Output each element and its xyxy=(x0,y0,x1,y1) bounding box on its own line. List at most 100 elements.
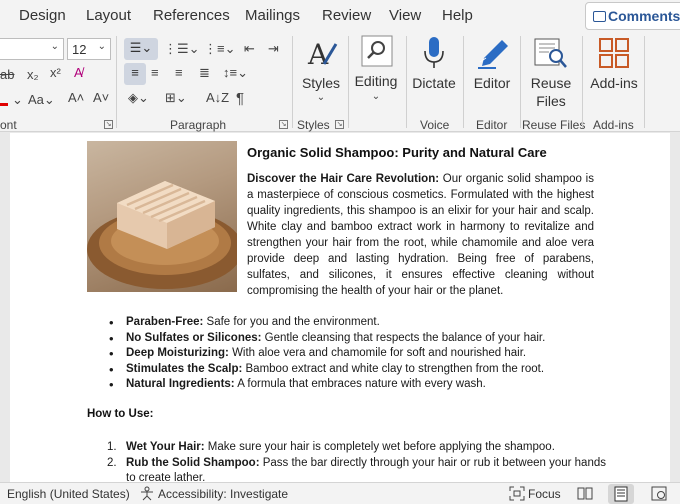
grow-font-icon[interactable]: A˄ xyxy=(68,90,84,105)
align-left-button[interactable]: ≡ xyxy=(124,63,146,85)
focus-icon xyxy=(509,486,525,501)
step-number: 1. xyxy=(107,441,117,453)
list-item-lead: Paraben-Free: xyxy=(126,316,204,328)
comment-icon xyxy=(593,11,606,22)
list-item-lead: Deep Moisturizing: xyxy=(126,347,229,360)
divider xyxy=(292,36,293,128)
accessibility-status[interactable]: Accessibility: Investigate xyxy=(158,487,288,501)
editing-label: Editing xyxy=(354,73,398,89)
editor-pen-icon xyxy=(478,40,508,69)
paragraph-dialog-launcher-icon[interactable]: ↘ xyxy=(279,120,288,129)
increase-indent-icon[interactable]: ⇥ xyxy=(268,41,279,57)
borders-icon[interactable]: ⊞⌄ xyxy=(165,90,187,106)
list-item: No Sulfates or Silicones: Gentle cleansi… xyxy=(109,331,609,347)
reuse-files-group-label: Reuse Files xyxy=(522,118,586,132)
font-size-value: 12 xyxy=(72,42,87,57)
align-right-icon[interactable]: ≡ xyxy=(175,65,183,80)
document-title: Organic Solid Shampoo: Purity and Natura… xyxy=(247,145,547,160)
intro-paragraph: Discover the Hair Care Revolution: Our o… xyxy=(247,171,594,299)
tab-design[interactable]: Design xyxy=(19,7,66,24)
comments-label: Comments xyxy=(608,8,680,24)
reuse-files-button[interactable]: Reuse Files xyxy=(523,32,579,118)
styles-button[interactable]: A Styles ⌄ xyxy=(296,32,346,118)
superscript-icon[interactable]: x² xyxy=(50,65,61,80)
editor-group-label: Editor xyxy=(476,118,508,132)
editing-button[interactable]: Editing ⌄ xyxy=(352,32,400,118)
read-mode-icon[interactable] xyxy=(577,486,593,501)
voice-group-label: Voice xyxy=(420,118,450,132)
shrink-font-icon[interactable]: A˅ xyxy=(93,90,109,105)
list-item-text: Safe for you and the environment. xyxy=(203,316,380,328)
chevron-down-icon: ⌄ xyxy=(97,41,106,52)
step-number: 2. xyxy=(107,456,117,469)
add-ins-button[interactable]: Add-ins xyxy=(586,32,642,118)
list-item-lead: Natural Ingredients: xyxy=(126,378,235,391)
tab-view[interactable]: View xyxy=(389,7,421,24)
multilevel-list-icon[interactable]: ⋮≡⌄ xyxy=(204,41,235,57)
list-item-lead: No Sulfates or Silicones: xyxy=(126,331,262,344)
reuse-label-line1: Reuse xyxy=(530,75,572,91)
print-layout-icon xyxy=(614,486,628,502)
intro-text: Our organic solid shampoo is a masterpie… xyxy=(247,173,594,297)
add-ins-grid-icon xyxy=(599,38,629,68)
status-bar: English (United States) Accessibility: I… xyxy=(0,482,680,504)
bullets-button[interactable]: ☰⌄ xyxy=(124,38,158,60)
step-text: Make sure your hair is completely wet be… xyxy=(204,441,555,453)
comments-button[interactable]: Comments xyxy=(585,2,680,30)
styles-label: Styles xyxy=(301,75,341,91)
microphone-icon xyxy=(424,37,444,68)
font-size-combo[interactable]: 12 ⌄ xyxy=(67,38,111,60)
font-group-label: ont xyxy=(0,118,17,132)
styles-icon: A xyxy=(307,38,338,70)
focus-button[interactable]: Focus xyxy=(528,487,561,501)
show-formatting-marks-icon[interactable]: ¶ xyxy=(236,90,244,107)
document-page[interactable]: Organic Solid Shampoo: Purity and Natura… xyxy=(10,133,670,482)
strikethrough-icon[interactable]: ab xyxy=(0,67,14,82)
tab-references[interactable]: References xyxy=(153,7,230,24)
sort-icon[interactable]: A↓Z xyxy=(206,90,229,105)
font-dialog-launcher-icon[interactable]: ↘ xyxy=(104,120,113,129)
subscript-icon[interactable]: x₂ xyxy=(27,67,39,82)
document-area[interactable]: Organic Solid Shampoo: Purity and Natura… xyxy=(0,133,680,482)
shampoo-bar-image xyxy=(87,141,237,292)
font-name-combo[interactable]: ⌄ xyxy=(0,38,64,60)
justify-icon[interactable]: ≣ xyxy=(199,65,210,81)
divider xyxy=(406,36,407,128)
divider xyxy=(116,36,117,128)
list-item-text: With aloe vera and chamomile for soft an… xyxy=(228,347,527,360)
list-item: 2. Rub the Solid Shampoo: Pass the bar di… xyxy=(107,456,607,482)
how-to-use-heading: How to Use: xyxy=(87,408,154,420)
numbering-icon[interactable]: ⋮☰⌄ xyxy=(164,41,200,57)
font-color-icon[interactable] xyxy=(0,92,8,106)
print-layout-button[interactable] xyxy=(608,484,634,504)
add-ins-group-label: Add-ins xyxy=(593,118,634,132)
shading-icon[interactable]: ◈⌄ xyxy=(128,90,149,106)
clear-formatting-icon[interactable]: A̸ xyxy=(74,65,83,80)
dictate-button[interactable]: Dictate xyxy=(410,32,458,118)
chevron-down-icon[interactable]: ⌄ xyxy=(12,92,23,108)
tab-help[interactable]: Help xyxy=(442,7,473,24)
ribbon: ⌄ 12 ⌄ ab x₂ x² A̸ ⌄ Aa⌄ A˄ A˅ ont ↘ ☰⌄ … xyxy=(0,32,680,132)
editor-button[interactable]: Editor xyxy=(467,32,517,118)
divider xyxy=(520,36,521,128)
dictate-label: Dictate xyxy=(412,75,456,91)
change-case-icon[interactable]: Aa⌄ xyxy=(28,92,55,108)
tab-layout[interactable]: Layout xyxy=(86,7,131,24)
steps-list: 1. Wet Your Hair: Make sure your hair is … xyxy=(107,440,607,482)
web-layout-icon[interactable] xyxy=(651,486,667,501)
decrease-indent-icon[interactable]: ⇤ xyxy=(244,41,255,57)
list-item-text: Gentle cleansing that respects the balan… xyxy=(261,331,546,344)
align-center-icon[interactable]: ≡ xyxy=(151,65,159,80)
styles-group-label: Styles xyxy=(297,118,330,132)
svg-text:A: A xyxy=(307,38,329,70)
benefits-list: Paraben-Free: Safe for you and the envir… xyxy=(109,315,609,393)
paragraph-group-label: Paragraph xyxy=(170,118,227,132)
styles-dialog-launcher-icon[interactable]: ↘ xyxy=(335,120,344,129)
language-status[interactable]: English (United States) xyxy=(7,487,130,501)
list-item: Paraben-Free: Safe for you and the envir… xyxy=(109,315,609,331)
line-spacing-icon[interactable]: ↕≡⌄ xyxy=(223,65,248,81)
tab-mailings[interactable]: Mailings xyxy=(245,7,300,24)
reuse-label-line2: Files xyxy=(536,93,566,109)
divider xyxy=(644,36,645,128)
tab-review[interactable]: Review xyxy=(322,7,371,24)
